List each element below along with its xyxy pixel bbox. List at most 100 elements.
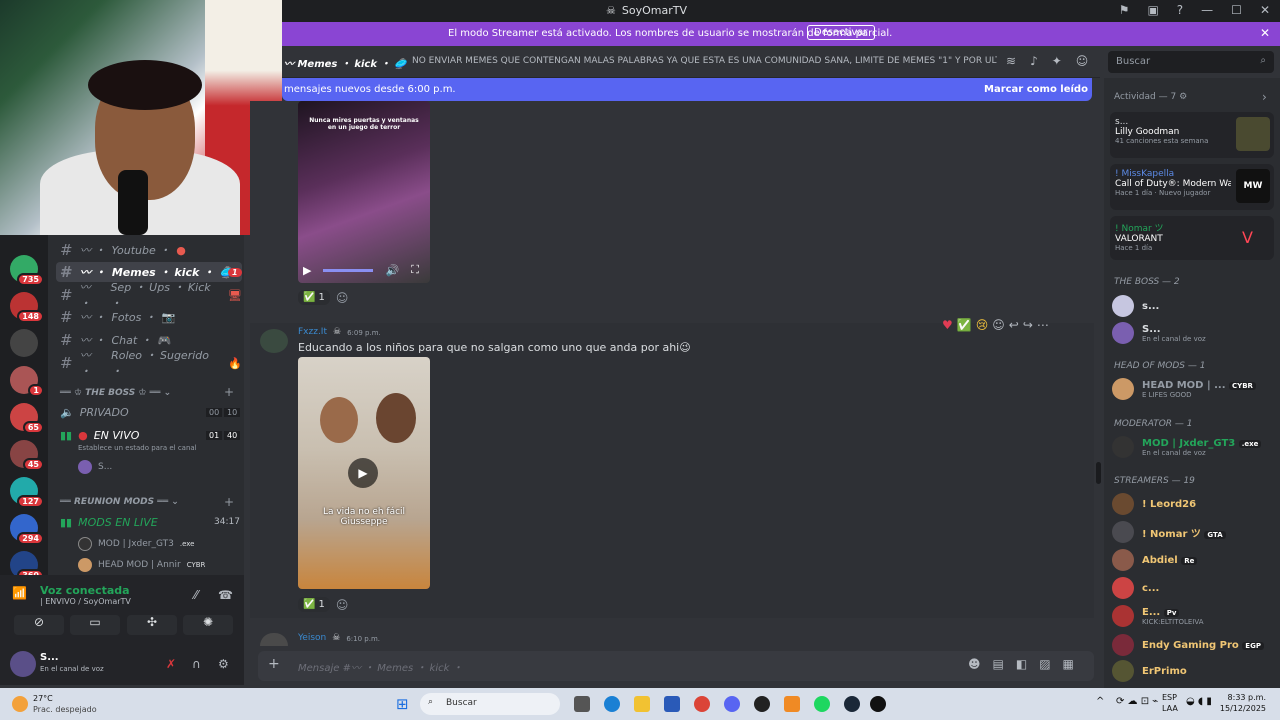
activities-button[interactable]: ✣ bbox=[127, 615, 177, 635]
member-item[interactable]: HEAD MOD | ... CYBR E LIFES GOOD bbox=[1112, 378, 1276, 400]
server-icon[interactable]: 65 bbox=[10, 403, 44, 434]
headphones-icon[interactable]: ∩ bbox=[192, 657, 201, 671]
close-button[interactable]: ✕ bbox=[1260, 3, 1270, 17]
sob-icon[interactable]: 😢 bbox=[976, 318, 989, 332]
screenshare-button[interactable]: ▭ bbox=[70, 615, 120, 635]
reaction-check[interactable]: ✅ 1 bbox=[298, 290, 330, 305]
progress-bar[interactable] bbox=[323, 268, 374, 272]
user-avatar[interactable] bbox=[10, 651, 36, 677]
channel-topic[interactable]: NO ENVIAR MEMES QUE CONTENGAN MALAS PALA… bbox=[412, 56, 997, 66]
author-avatar[interactable] bbox=[260, 329, 288, 353]
sticker-icon[interactable]: ◧ bbox=[1016, 657, 1027, 671]
taskview-icon[interactable] bbox=[574, 696, 590, 712]
video-attachment[interactable]: ▶ La vida no eh fácil Giusseppe bbox=[298, 357, 430, 589]
voice-user[interactable]: S... bbox=[78, 460, 112, 474]
spotify-icon[interactable] bbox=[814, 696, 830, 712]
screen-icon[interactable]: ▣ bbox=[1147, 3, 1158, 17]
author-avatar[interactable] bbox=[260, 633, 288, 646]
settings-icon[interactable]: ⚙ bbox=[218, 657, 229, 671]
add-channel-icon[interactable]: + bbox=[224, 385, 234, 399]
search-input[interactable]: Buscar ⌕ bbox=[1108, 51, 1274, 73]
discord-icon[interactable] bbox=[724, 696, 740, 712]
member-item[interactable]: S... En el canal de voz bbox=[1112, 322, 1276, 344]
activity-card[interactable]: ! MissKapella Call of Duty®: Modern Warf… bbox=[1110, 164, 1274, 210]
fullscreen-icon[interactable]: ⛶ bbox=[411, 263, 419, 277]
play-icon[interactable]: ▶ bbox=[348, 458, 378, 488]
inbox-icon[interactable]: ⚑ bbox=[1119, 3, 1130, 17]
app-icon[interactable]: ☻ bbox=[968, 657, 981, 671]
tray-icons[interactable]: ◒ ◖ ▮ bbox=[1186, 696, 1212, 707]
add-reaction-icon[interactable]: ☺ bbox=[336, 291, 349, 305]
tray-icons[interactable]: ⟳ ☁ ⊡ ⌁ bbox=[1116, 696, 1158, 707]
member-item[interactable]: E... Pv KICK:ELTITOLEIVA bbox=[1112, 605, 1276, 627]
server-icon[interactable]: 735 bbox=[10, 255, 44, 286]
gif-icon[interactable]: ▤ bbox=[993, 657, 1004, 671]
noise-icon[interactable]: ⁄⁄ bbox=[194, 588, 198, 602]
help-icon[interactable]: ? bbox=[1177, 3, 1183, 17]
close-icon[interactable]: ✕ bbox=[1260, 26, 1270, 40]
new-messages-bar[interactable]: mensajes nuevos desde 6:00 p.m. Marcar c… bbox=[282, 78, 1092, 101]
forward-icon[interactable]: ↪ bbox=[1023, 318, 1033, 332]
channel-item[interactable]: # 〰 ・ Fotos ・ 📷 bbox=[56, 307, 242, 327]
status-hint[interactable]: Establece un estado para el canal bbox=[78, 444, 197, 452]
threads-icon[interactable]: ≋ bbox=[1006, 54, 1016, 68]
members-icon[interactable]: ☺ bbox=[1076, 54, 1089, 68]
explorer-icon[interactable] bbox=[634, 696, 650, 712]
channel-item[interactable]: # 〰 ・ Roleo ・ Sugerido ・ 🔥 bbox=[56, 349, 242, 378]
server-icon[interactable] bbox=[10, 329, 38, 357]
apps-icon[interactable]: ▦ bbox=[1063, 657, 1074, 671]
voice-channel-envivo[interactable]: ▮▮ ● EN VIVO 01 40 bbox=[56, 425, 242, 445]
edge-icon[interactable] bbox=[604, 696, 620, 712]
video-attachment[interactable]: Nunca mires puertas y ventanas en un jue… bbox=[298, 101, 430, 283]
steam-icon[interactable] bbox=[844, 696, 860, 712]
member-item[interactable]: ! Leord26 bbox=[1112, 493, 1276, 515]
add-reaction-icon[interactable]: ☺ bbox=[336, 598, 349, 612]
play-icon[interactable]: ▶ bbox=[303, 264, 311, 277]
author-name[interactable]: Yeison bbox=[298, 633, 326, 643]
category-boss[interactable]: ══ ♔ THE BOSS ♔ ══ ⌄ bbox=[60, 388, 171, 398]
channel-item[interactable]: # 〰 ・ Sep ・ Ups ・ Kick ・ 🖥 bbox=[56, 281, 242, 310]
camera-button[interactable]: ⊘ bbox=[14, 615, 64, 635]
member-item[interactable]: ! Nomar ツ GTA bbox=[1112, 521, 1276, 543]
mark-read-button[interactable]: Marcar como leído bbox=[984, 84, 1088, 95]
chevron-up-icon[interactable]: ^ bbox=[1096, 696, 1104, 707]
soundboard-button[interactable]: ✺ bbox=[183, 615, 233, 635]
reaction-check[interactable]: ✅ 1 bbox=[298, 597, 330, 612]
app-icon[interactable] bbox=[870, 696, 886, 712]
chrome-icon[interactable] bbox=[694, 696, 710, 712]
server-icon[interactable]: 45 bbox=[10, 440, 44, 471]
reply-icon[interactable]: ↩ bbox=[1009, 318, 1019, 332]
server-icon[interactable]: 1 bbox=[10, 366, 44, 397]
weather-icon[interactable] bbox=[12, 696, 28, 712]
activity-card[interactable]: ! Nomar ツ VALORANT Hace 1 día V bbox=[1110, 216, 1274, 260]
mute-icon[interactable]: ✗ bbox=[166, 657, 176, 671]
voice-channel-name[interactable]: | ENVIVO / SoyOmarTV bbox=[40, 597, 131, 606]
chevron-right-icon[interactable]: › bbox=[1262, 90, 1267, 104]
add-reaction-icon[interactable]: ☺ bbox=[992, 318, 1005, 332]
member-item[interactable]: ErPrimo bbox=[1112, 660, 1276, 682]
more-icon[interactable]: ⋯ bbox=[1037, 318, 1049, 332]
member-item[interactable]: c... bbox=[1112, 577, 1276, 599]
member-item[interactable]: Endy Gaming Pro EGP bbox=[1112, 634, 1276, 656]
bell-icon[interactable]: ♪ bbox=[1030, 54, 1038, 68]
voice-status[interactable]: Voz conectada bbox=[40, 584, 130, 597]
member-item[interactable]: MOD | Jxder_GT3 .exe En el canal de voz bbox=[1112, 436, 1276, 458]
store-icon[interactable] bbox=[664, 696, 680, 712]
gear-icon[interactable]: ⚙ bbox=[1179, 92, 1187, 102]
member-item[interactable]: Abdiel Re bbox=[1112, 549, 1276, 571]
volume-icon[interactable]: 🔊 bbox=[385, 264, 399, 277]
voice-user[interactable]: MOD | Jxder_GT3 .exe bbox=[78, 537, 195, 551]
check-icon[interactable]: ✅ bbox=[957, 318, 972, 332]
message-input[interactable]: + Mensaje #〰 ・ Memes ・ kick ・ ☻ ▤ ◧ ▨ ▦ bbox=[258, 651, 1094, 681]
channel-item[interactable]: # 〰 ・ Youtube ・ ● bbox=[56, 240, 242, 260]
server-icon[interactable]: 127 bbox=[10, 477, 44, 508]
add-attachment-icon[interactable]: + bbox=[268, 656, 280, 672]
clock-date[interactable]: 15/12/2025 bbox=[1220, 704, 1266, 713]
scrollbar[interactable] bbox=[1096, 462, 1101, 484]
author-name[interactable]: Fxzz.It bbox=[298, 327, 327, 337]
member-item[interactable]: s... bbox=[1112, 295, 1276, 317]
deactivate-button[interactable]: Desactivar bbox=[807, 25, 875, 40]
server-icon[interactable]: 294 bbox=[10, 514, 44, 545]
activity-card[interactable]: s... Lilly Goodman 41 canciones esta sem… bbox=[1110, 112, 1274, 158]
voice-user[interactable]: HEAD MOD | Annir CYBR bbox=[78, 558, 205, 572]
